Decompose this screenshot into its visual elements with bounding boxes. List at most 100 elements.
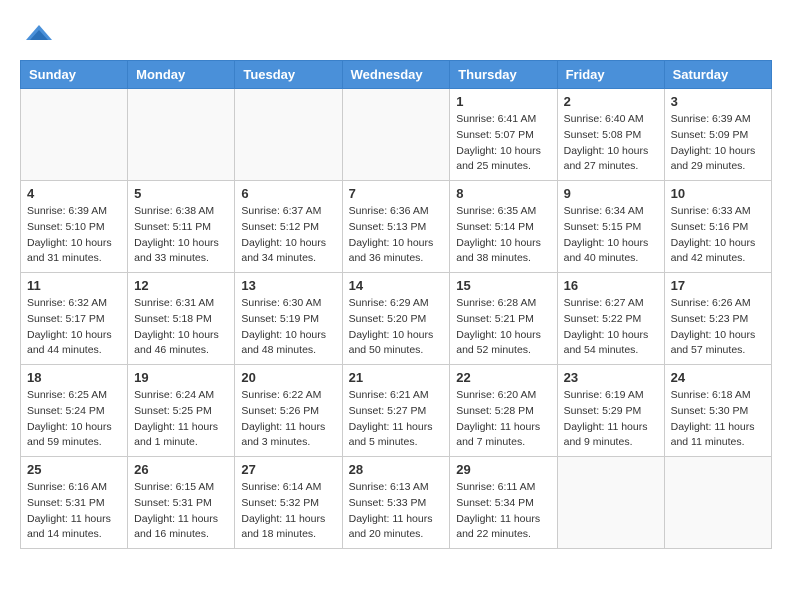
day-number: 4 bbox=[27, 186, 121, 201]
day-number: 1 bbox=[456, 94, 550, 109]
day-info: Sunrise: 6:35 AMSunset: 5:14 PMDaylight:… bbox=[456, 204, 550, 267]
calendar-cell bbox=[557, 457, 664, 549]
day-number: 26 bbox=[134, 462, 228, 477]
calendar-cell: 16 Sunrise: 6:27 AMSunset: 5:22 PMDayligh… bbox=[557, 273, 664, 365]
calendar-cell: 21 Sunrise: 6:21 AMSunset: 5:27 PMDayligh… bbox=[342, 365, 450, 457]
calendar-cell: 12 Sunrise: 6:31 AMSunset: 5:18 PMDayligh… bbox=[128, 273, 235, 365]
calendar-day-header: Friday bbox=[557, 61, 664, 89]
calendar-cell: 9 Sunrise: 6:34 AMSunset: 5:15 PMDaylight… bbox=[557, 181, 664, 273]
week-row: 11 Sunrise: 6:32 AMSunset: 5:17 PMDayligh… bbox=[21, 273, 772, 365]
day-info: Sunrise: 6:36 AMSunset: 5:13 PMDaylight:… bbox=[349, 204, 444, 267]
calendar-cell: 23 Sunrise: 6:19 AMSunset: 5:29 PMDayligh… bbox=[557, 365, 664, 457]
calendar-day-header: Monday bbox=[128, 61, 235, 89]
day-number: 28 bbox=[349, 462, 444, 477]
day-info: Sunrise: 6:19 AMSunset: 5:29 PMDaylight:… bbox=[564, 388, 658, 451]
day-info: Sunrise: 6:16 AMSunset: 5:31 PMDaylight:… bbox=[27, 480, 121, 543]
day-number: 17 bbox=[671, 278, 765, 293]
day-number: 15 bbox=[456, 278, 550, 293]
day-number: 24 bbox=[671, 370, 765, 385]
day-info: Sunrise: 6:22 AMSunset: 5:26 PMDaylight:… bbox=[241, 388, 335, 451]
calendar-day-header: Saturday bbox=[664, 61, 771, 89]
calendar-cell: 7 Sunrise: 6:36 AMSunset: 5:13 PMDaylight… bbox=[342, 181, 450, 273]
calendar-cell: 6 Sunrise: 6:37 AMSunset: 5:12 PMDaylight… bbox=[235, 181, 342, 273]
day-info: Sunrise: 6:25 AMSunset: 5:24 PMDaylight:… bbox=[27, 388, 121, 451]
calendar-cell: 27Sunrise: 6:14 AMSunset: 5:32 PMDayligh… bbox=[235, 457, 342, 549]
week-row: 4Sunrise: 6:39 AMSunset: 5:10 PMDaylight… bbox=[21, 181, 772, 273]
logo-icon bbox=[24, 20, 54, 50]
calendar-cell: 25 Sunrise: 6:16 AMSunset: 5:31 PMDayligh… bbox=[21, 457, 128, 549]
calendar-cell: 14 Sunrise: 6:29 AMSunset: 5:20 PMDayligh… bbox=[342, 273, 450, 365]
calendar-day-header: Tuesday bbox=[235, 61, 342, 89]
day-number: 22 bbox=[456, 370, 550, 385]
day-number: 18 bbox=[27, 370, 121, 385]
calendar-day-header: Thursday bbox=[450, 61, 557, 89]
day-info: Sunrise: 6:26 AMSunset: 5:23 PMDaylight:… bbox=[671, 296, 765, 359]
day-number: 16 bbox=[564, 278, 658, 293]
calendar-cell: 18 Sunrise: 6:25 AMSunset: 5:24 PMDayligh… bbox=[21, 365, 128, 457]
day-number: 9 bbox=[564, 186, 658, 201]
day-info: Sunrise: 6:24 AMSunset: 5:25 PMDaylight:… bbox=[134, 388, 228, 451]
calendar-cell: 2 Sunrise: 6:40 AMSunset: 5:08 PMDaylight… bbox=[557, 89, 664, 181]
day-info: Sunrise: 6:39 AMSunset: 5:09 PMDaylight:… bbox=[671, 112, 765, 175]
calendar-cell: 22 Sunrise: 6:20 AMSunset: 5:28 PMDayligh… bbox=[450, 365, 557, 457]
day-number: 29 bbox=[456, 462, 550, 477]
calendar-cell: 24 Sunrise: 6:18 AMSunset: 5:30 PMDayligh… bbox=[664, 365, 771, 457]
day-info: Sunrise: 6:18 AMSunset: 5:30 PMDaylight:… bbox=[671, 388, 765, 451]
calendar-cell: 8 Sunrise: 6:35 AMSunset: 5:14 PMDaylight… bbox=[450, 181, 557, 273]
day-info: Sunrise: 6:30 AMSunset: 5:19 PMDaylight:… bbox=[241, 296, 335, 359]
page-header bbox=[20, 20, 772, 50]
day-info: Sunrise: 6:40 AMSunset: 5:08 PMDaylight:… bbox=[564, 112, 658, 175]
day-number: 11 bbox=[27, 278, 121, 293]
day-number: 23 bbox=[564, 370, 658, 385]
calendar-cell: 3 Sunrise: 6:39 AMSunset: 5:09 PMDaylight… bbox=[664, 89, 771, 181]
calendar-cell: 19 Sunrise: 6:24 AMSunset: 5:25 PMDayligh… bbox=[128, 365, 235, 457]
calendar-table: SundayMondayTuesdayWednesdayThursdayFrid… bbox=[20, 60, 772, 549]
day-number: 19 bbox=[134, 370, 228, 385]
day-number: 6 bbox=[241, 186, 335, 201]
calendar-cell bbox=[664, 457, 771, 549]
calendar-header-row: SundayMondayTuesdayWednesdayThursdayFrid… bbox=[21, 61, 772, 89]
day-number: 13 bbox=[241, 278, 335, 293]
week-row: 18 Sunrise: 6:25 AMSunset: 5:24 PMDayligh… bbox=[21, 365, 772, 457]
day-number: 25 bbox=[27, 462, 121, 477]
day-info: Sunrise: 6:33 AMSunset: 5:16 PMDaylight:… bbox=[671, 204, 765, 267]
day-number: 12 bbox=[134, 278, 228, 293]
calendar-cell bbox=[342, 89, 450, 181]
calendar-cell: 10 Sunrise: 6:33 AMSunset: 5:16 PMDayligh… bbox=[664, 181, 771, 273]
calendar-cell: 5 Sunrise: 6:38 AMSunset: 5:11 PMDaylight… bbox=[128, 181, 235, 273]
calendar-day-header: Wednesday bbox=[342, 61, 450, 89]
calendar-cell: 4Sunrise: 6:39 AMSunset: 5:10 PMDaylight… bbox=[21, 181, 128, 273]
day-info: Sunrise: 6:11 AMSunset: 5:34 PMDaylight:… bbox=[456, 480, 550, 543]
day-info: Sunrise: 6:32 AMSunset: 5:17 PMDaylight:… bbox=[27, 296, 121, 359]
calendar-cell bbox=[128, 89, 235, 181]
day-info: Sunrise: 6:34 AMSunset: 5:15 PMDaylight:… bbox=[564, 204, 658, 267]
calendar-cell: 29 Sunrise: 6:11 AMSunset: 5:34 PMDayligh… bbox=[450, 457, 557, 549]
calendar-cell: 11 Sunrise: 6:32 AMSunset: 5:17 PMDayligh… bbox=[21, 273, 128, 365]
day-info: Sunrise: 6:31 AMSunset: 5:18 PMDaylight:… bbox=[134, 296, 228, 359]
day-info: Sunrise: 6:37 AMSunset: 5:12 PMDaylight:… bbox=[241, 204, 335, 267]
day-number: 8 bbox=[456, 186, 550, 201]
day-info: Sunrise: 6:13 AMSunset: 5:33 PMDaylight:… bbox=[349, 480, 444, 543]
week-row: 25 Sunrise: 6:16 AMSunset: 5:31 PMDayligh… bbox=[21, 457, 772, 549]
day-info: Sunrise: 6:38 AMSunset: 5:11 PMDaylight:… bbox=[134, 204, 228, 267]
day-info: Sunrise: 6:21 AMSunset: 5:27 PMDaylight:… bbox=[349, 388, 444, 451]
day-info: Sunrise: 6:29 AMSunset: 5:20 PMDaylight:… bbox=[349, 296, 444, 359]
week-row: 1 Sunrise: 6:41 AMSunset: 5:07 PMDaylight… bbox=[21, 89, 772, 181]
day-number: 2 bbox=[564, 94, 658, 109]
day-number: 5 bbox=[134, 186, 228, 201]
day-number: 14 bbox=[349, 278, 444, 293]
day-info: Sunrise: 6:41 AMSunset: 5:07 PMDaylight:… bbox=[456, 112, 550, 175]
day-number: 10 bbox=[671, 186, 765, 201]
calendar-cell: 28 Sunrise: 6:13 AMSunset: 5:33 PMDayligh… bbox=[342, 457, 450, 549]
calendar-cell: 13 Sunrise: 6:30 AMSunset: 5:19 PMDayligh… bbox=[235, 273, 342, 365]
day-info: Sunrise: 6:15 AMSunset: 5:31 PMDaylight:… bbox=[134, 480, 228, 543]
calendar-day-header: Sunday bbox=[21, 61, 128, 89]
day-number: 21 bbox=[349, 370, 444, 385]
day-info: Sunrise: 6:27 AMSunset: 5:22 PMDaylight:… bbox=[564, 296, 658, 359]
calendar-cell: 1 Sunrise: 6:41 AMSunset: 5:07 PMDaylight… bbox=[450, 89, 557, 181]
day-info: Sunrise: 6:20 AMSunset: 5:28 PMDaylight:… bbox=[456, 388, 550, 451]
day-number: 3 bbox=[671, 94, 765, 109]
day-number: 7 bbox=[349, 186, 444, 201]
day-info: Sunrise: 6:28 AMSunset: 5:21 PMDaylight:… bbox=[456, 296, 550, 359]
calendar-cell bbox=[21, 89, 128, 181]
